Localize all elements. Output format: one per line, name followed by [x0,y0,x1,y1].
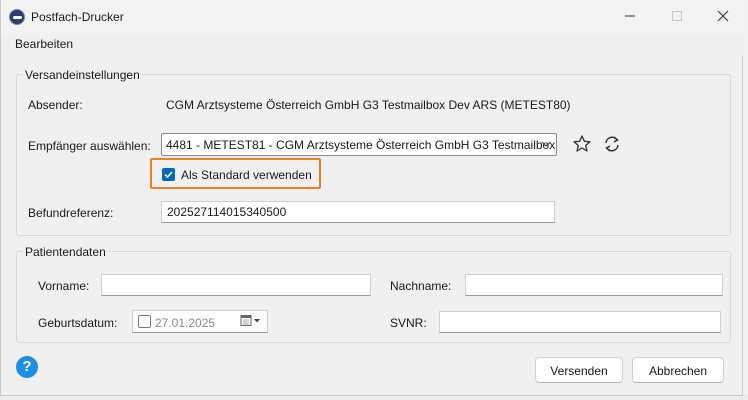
birthdate-label: Geburtsdatum: [38,316,118,330]
firstname-input[interactable] [101,274,371,296]
maximize-icon [672,11,682,21]
recipient-label: Empfänger auswählen: [28,139,151,153]
menu-bar [1,34,744,56]
checkmark-icon [164,171,173,179]
menu-item-bearbeiten[interactable]: Bearbeiten [15,37,73,51]
lastname-label: Nachname: [390,279,452,293]
calendar-icon [240,315,260,326]
close-button[interactable] [708,8,738,26]
patient-data-legend: Patientendaten [23,245,108,259]
maximize-button [662,8,692,26]
default-checkbox[interactable] [162,168,175,181]
birthdate-value: 27.01.2025 [155,316,216,330]
recipient-select[interactable]: 4481 - METEST81 - CGM Arztsysteme Österr… [161,133,557,156]
refresh-button[interactable] [602,134,622,154]
default-checkbox-label[interactable]: Als Standard verwenden [181,168,312,182]
reference-label: Befundreferenz: [28,206,114,220]
window-title: Postfach-Drucker [31,10,124,24]
firstname-label: Vorname: [38,279,90,293]
minimize-button[interactable] [615,8,645,26]
close-icon [717,10,729,22]
send-settings-legend: Versandeinstellungen [23,68,142,82]
reference-input[interactable]: 202527114015340500 [161,201,555,223]
help-button[interactable]: ? [16,356,38,378]
chevron-down-icon [541,141,551,147]
refresh-icon [605,136,619,152]
svnr-input[interactable] [439,311,721,333]
sender-value: CGM Arztsysteme Österreich GmbH G3 Testm… [166,98,571,112]
send-button[interactable]: Versenden [535,357,623,383]
dialog-window: Postfach-Drucker Bearbeiten Versandeinst… [0,0,744,396]
favorite-button[interactable] [572,134,592,154]
cancel-button[interactable]: Abbrechen [632,357,724,383]
star-icon [573,135,591,152]
app-icon [9,9,25,25]
sender-label: Absender: [28,98,83,112]
birthdate-enable-checkbox[interactable] [138,315,151,328]
lastname-input[interactable] [465,274,723,296]
calendar-dropdown-button[interactable] [239,313,265,329]
svnr-label: SVNR: [390,316,427,330]
minimize-icon [625,15,635,17]
